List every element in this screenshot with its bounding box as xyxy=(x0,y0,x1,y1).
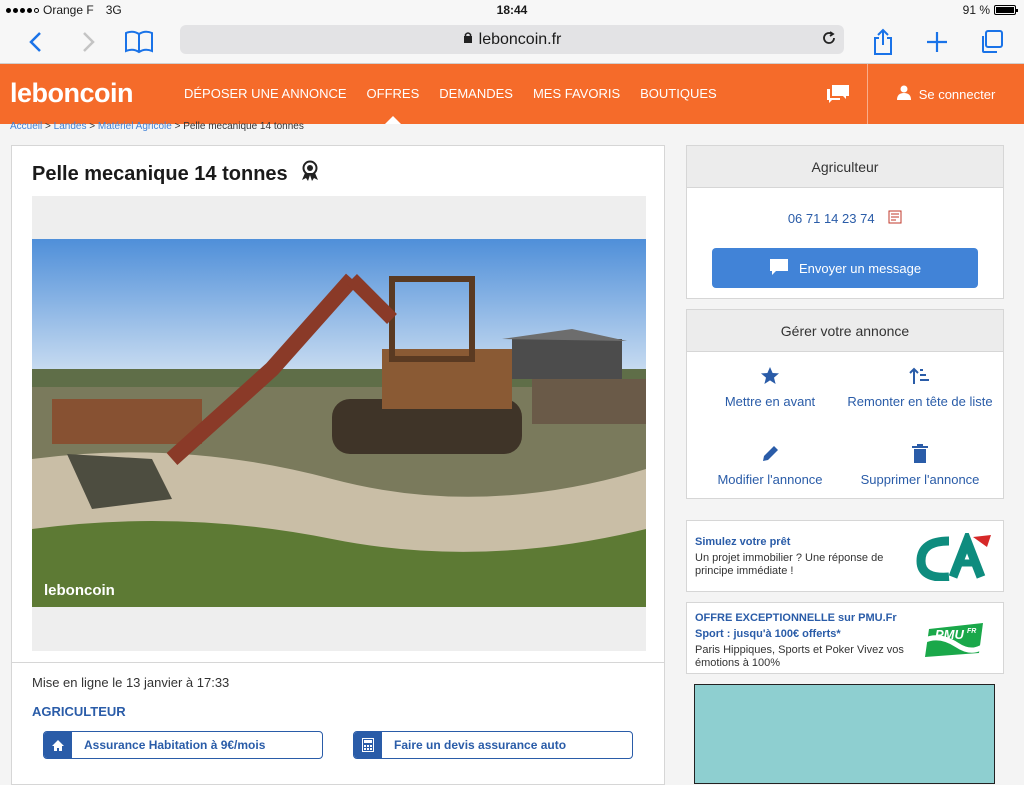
feature-ad-label: Mettre en avant xyxy=(724,394,816,409)
site-logo[interactable]: leboncoin xyxy=(10,78,134,109)
breadcrumb-accueil[interactable]: Accueil xyxy=(10,121,42,132)
send-message-label: Envoyer un message xyxy=(798,260,922,276)
breadcrumb-current: Pelle mecanique 14 tonnes xyxy=(183,121,304,132)
delete-ad-button[interactable]: Supprimer l'annonce xyxy=(845,440,995,489)
seller-card: Agriculteur 06 71 14 23 74 Envoyer un me… xyxy=(686,145,1004,299)
breadcrumb-materiel-agricole[interactable]: Matériel Agricole xyxy=(98,121,172,132)
svg-text:PMU: PMU xyxy=(935,627,965,642)
site-header: leboncoin DÉPOSER UNE ANNONCE OFFRES DEM… xyxy=(0,64,1024,124)
svg-text:FR: FR xyxy=(967,628,976,635)
seller-phone-row: 06 71 14 23 74 xyxy=(687,210,1003,227)
nav-mes-favoris[interactable]: MES FAVORIS xyxy=(523,64,630,124)
bump-ad-button[interactable]: Remonter en tête de liste xyxy=(845,362,995,411)
messages-icon[interactable] xyxy=(808,64,868,124)
promo-pmu[interactable]: OFFRE EXCEPTIONNELLE sur PMU.Fr Sport : … xyxy=(686,602,1004,674)
promo-loan-title: Simulez votre prêt xyxy=(695,536,791,548)
send-message-button[interactable]: Envoyer un message xyxy=(712,248,978,288)
url-text: leboncoin.fr xyxy=(478,30,562,48)
advertisement-banner[interactable] xyxy=(694,684,995,784)
promo-pmu-title: OFFRE EXCEPTIONNELLE sur PMU.Fr Sport : … xyxy=(695,612,897,640)
pro-badge-icon xyxy=(300,160,320,188)
sort-up-icon xyxy=(845,362,995,390)
ad-photo[interactable]: leboncoin xyxy=(32,239,646,607)
nav-boutiques[interactable]: BOUTIQUES xyxy=(630,64,727,124)
star-icon xyxy=(695,362,845,390)
new-tab-icon[interactable] xyxy=(922,27,952,57)
ad-category: AGRICULTEUR xyxy=(32,704,126,719)
report-phone-icon[interactable] xyxy=(888,210,902,227)
pmu-logo: PMU FR xyxy=(921,619,991,659)
home-icon xyxy=(44,732,72,758)
bump-ad-label: Remonter en tête de liste xyxy=(847,394,993,409)
ad-divider xyxy=(12,662,664,663)
pencil-icon xyxy=(695,440,845,468)
share-icon[interactable] xyxy=(868,27,898,57)
nav-demandes[interactable]: DEMANDES xyxy=(429,64,523,124)
trash-icon xyxy=(845,440,995,468)
breadcrumb-sep: > xyxy=(45,121,51,132)
forward-icon[interactable] xyxy=(74,27,104,57)
seller-phone[interactable]: 06 71 14 23 74 xyxy=(788,211,875,226)
bookmarks-icon[interactable] xyxy=(124,27,154,57)
breadcrumb-sep: > xyxy=(89,121,96,132)
edit-ad-button[interactable]: Modifier l'annonce xyxy=(695,440,845,489)
battery-icon xyxy=(994,5,1018,15)
manage-ad-card: Gérer votre annonce Mettre en avant Remo… xyxy=(686,309,1004,499)
ad-posted-date: Mise en ligne le 13 janvier à 17:33 xyxy=(32,675,230,690)
lock-icon xyxy=(463,31,473,49)
back-icon[interactable] xyxy=(20,27,50,57)
promo-loan[interactable]: Simulez votre prêt Un projet immobilier … xyxy=(686,520,1004,592)
promo-loan-text: Un projet immobilier ? Une réponse de pr… xyxy=(695,552,884,577)
delete-ad-label: Supprimer l'annonce xyxy=(860,472,980,487)
auto-insurance-button[interactable]: Faire un devis assurance auto xyxy=(353,731,633,759)
tabs-icon[interactable] xyxy=(976,27,1006,57)
nav-deposer-annonce[interactable]: DÉPOSER UNE ANNONCE xyxy=(174,64,357,124)
home-insurance-label: Assurance Habitation à 9€/mois xyxy=(84,738,266,752)
ad-title-row: Pelle mecanique 14 tonnes xyxy=(32,160,320,188)
calculator-icon xyxy=(354,732,382,758)
battery-status: 91 % xyxy=(962,3,1018,17)
breadcrumb-landes[interactable]: Landes xyxy=(54,121,87,132)
manage-ad-title: Gérer votre annonce xyxy=(687,310,1003,352)
home-insurance-button[interactable]: Assurance Habitation à 9€/mois xyxy=(43,731,323,759)
photo-watermark: leboncoin xyxy=(44,582,115,599)
seller-name: Agriculteur xyxy=(687,146,1003,188)
promo-pmu-text: Paris Hippiques, Sports et Poker Vivez v… xyxy=(695,644,904,669)
breadcrumb: Accueil > Landes > Matériel Agricole > P… xyxy=(10,121,304,132)
breadcrumb-sep: > xyxy=(174,121,181,132)
clock: 18:44 xyxy=(496,3,528,17)
edit-ad-label: Modifier l'annonce xyxy=(717,472,823,487)
chat-icon xyxy=(769,258,789,279)
auto-insurance-label: Faire un devis assurance auto xyxy=(394,738,567,752)
browser-toolbar: leboncoin.fr xyxy=(0,20,1024,64)
login-label: Se connecter xyxy=(918,86,996,102)
nav-offres[interactable]: OFFRES xyxy=(357,64,430,124)
user-icon xyxy=(896,85,911,103)
photo-gallery[interactable]: leboncoin xyxy=(32,196,646,651)
feature-ad-button[interactable]: Mettre en avant xyxy=(695,362,845,411)
ad-title: Pelle mecanique 14 tonnes xyxy=(32,162,288,185)
ad-panel: Pelle mecanique 14 tonnes leboncoin Mise… xyxy=(11,145,665,785)
battery-percent: 91 % xyxy=(962,3,990,17)
reload-icon[interactable] xyxy=(820,29,838,52)
login-button[interactable]: Se connecter xyxy=(868,64,1024,124)
status-bar: Orange F 3G 18:44 91 % xyxy=(0,0,1024,20)
address-bar[interactable]: leboncoin.fr xyxy=(180,25,844,54)
credit-agricole-logo xyxy=(915,528,993,582)
main-nav: DÉPOSER UNE ANNONCE OFFRES DEMANDES MES … xyxy=(174,64,727,124)
